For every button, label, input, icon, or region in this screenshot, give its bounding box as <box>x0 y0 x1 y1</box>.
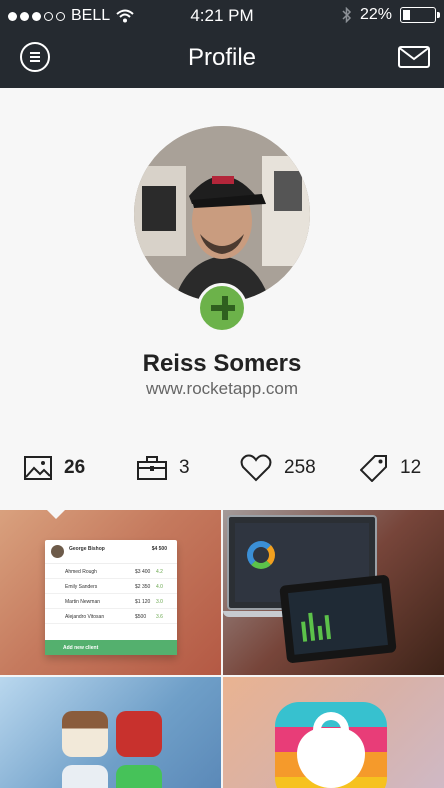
list-item: Ahmed Rough $3 400 4.2 <box>45 564 177 579</box>
list-item-score: 3.0 <box>156 599 163 605</box>
avatar-photo <box>134 126 310 302</box>
battery-percent: 22% <box>359 6 392 23</box>
list-item: Martin Newman $1 120 3.0 <box>45 594 177 609</box>
profile-section: Reiss Somers www.rocketapp.com 26 3 258 … <box>0 88 444 510</box>
bar-graphic <box>317 625 324 641</box>
list-item-amount: $1 120 <box>135 599 151 605</box>
bar-graphic <box>308 612 316 641</box>
briefcase-icon <box>137 456 167 480</box>
bar-graphic <box>301 621 308 642</box>
bookmark-app-icon <box>116 711 162 757</box>
list-item-name: Ahmed Rough <box>65 569 97 575</box>
client-list-card: George Bishop $4 500 Ahmed Rough $3 400 … <box>45 540 177 655</box>
list-item-name: Emily Sanders <box>65 584 98 590</box>
list-item-amount: $500 <box>135 614 147 620</box>
gallery-tile[interactable] <box>223 677 444 788</box>
card-footer-label: Add new client <box>63 645 99 651</box>
avatar <box>51 545 64 558</box>
list-item-amount: $3 400 <box>135 569 151 575</box>
nav-bar: Profile <box>0 32 444 88</box>
profile-website-link[interactable]: www.rocketapp.com <box>0 379 444 399</box>
stat-likes-count: 258 <box>284 457 316 478</box>
tablet-screen <box>288 583 388 655</box>
tablet-illustration <box>279 574 397 664</box>
heart-icon <box>240 454 272 482</box>
add-friend-button[interactable] <box>197 283 247 333</box>
lock-app-icon <box>275 702 387 788</box>
bluetooth-icon <box>342 7 352 23</box>
page-title: Profile <box>187 44 257 71</box>
image-icon <box>24 456 52 480</box>
tag-icon <box>360 455 387 482</box>
list-item-amount: $2 350 <box>135 584 151 590</box>
list-item-score: 3.6 <box>156 614 163 620</box>
stat-photos-count: 26 <box>64 457 86 478</box>
list-item-name: Alejandro Vitosan <box>65 614 105 620</box>
top-bar: BELL 4:21 PM 22% Profile <box>0 0 444 88</box>
list-item-name: Martin Newman <box>65 599 101 605</box>
list-item-score: 4.2 <box>156 569 163 575</box>
list-item: Alejandro Vitosan $500 3.6 <box>45 609 177 624</box>
gallery-grid: George Bishop $4 500 Ahmed Rough $3 400 … <box>0 510 444 788</box>
card-footer: Add new client <box>45 640 177 655</box>
stat-projects-count: 3 <box>179 457 190 478</box>
gallery-tile[interactable] <box>0 677 221 788</box>
status-bar: BELL 4:21 PM 22% <box>0 0 444 32</box>
chat-app-icon <box>116 765 162 788</box>
stat-tags[interactable]: 12 <box>360 452 421 484</box>
stat-photos[interactable]: 26 <box>24 452 85 484</box>
battery-fill <box>403 10 410 20</box>
card-amount: $4 500 <box>151 546 167 552</box>
selection-pointer <box>46 510 66 519</box>
stat-projects[interactable]: 3 <box>137 452 190 484</box>
status-right: 22% <box>342 6 440 24</box>
gallery-tile[interactable] <box>223 510 444 675</box>
profile-name: Reiss Somers <box>142 350 302 377</box>
stats-row: 26 3 258 12 <box>0 452 444 484</box>
battery-icon <box>400 7 440 23</box>
stat-tags-count: 12 <box>400 457 422 478</box>
password-app-icon <box>62 765 108 788</box>
list-item-score: 4.0 <box>156 584 163 590</box>
stat-likes[interactable]: 258 <box>240 452 316 484</box>
mail-button[interactable] <box>398 46 430 68</box>
card-name: George Bishop <box>69 546 105 552</box>
avatar[interactable] <box>134 126 310 302</box>
donut-chart-graphic <box>247 541 275 569</box>
camera-app-icon <box>62 711 108 757</box>
list-item: Emily Sanders $2 350 4.0 <box>45 579 177 594</box>
bar-graphic <box>324 614 332 640</box>
card-header: George Bishop $4 500 <box>45 540 177 564</box>
heart-lock-graphic <box>297 728 365 788</box>
gallery-tile[interactable]: George Bishop $4 500 Ahmed Rough $3 400 … <box>0 510 221 675</box>
